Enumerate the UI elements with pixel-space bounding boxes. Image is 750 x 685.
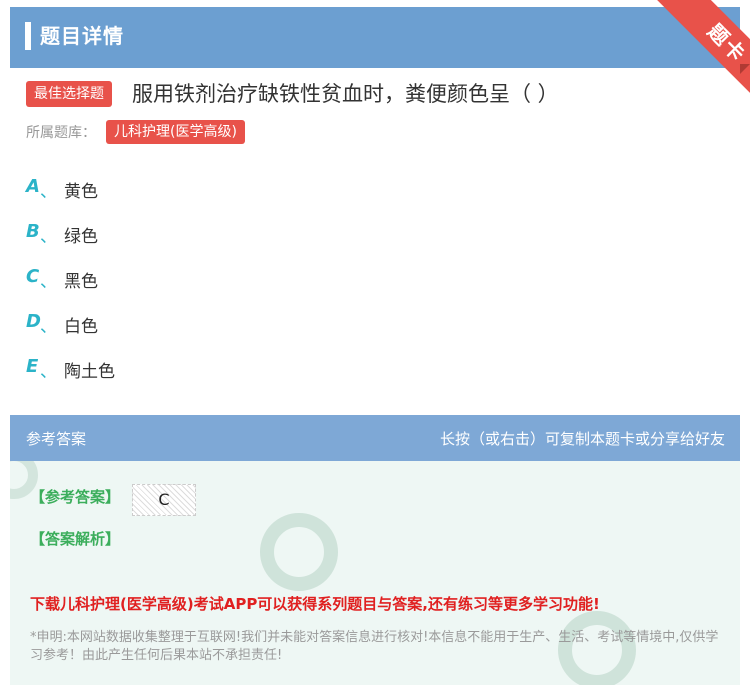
header-accent-bar [25,22,31,50]
option-separator: 、 [40,182,57,202]
reference-answer-label: 【参考答案】 [30,488,121,506]
option-separator: 、 [40,227,57,247]
option-letter: C [26,266,40,287]
corner-fold [740,64,750,74]
option-separator: 、 [40,317,57,337]
disclaimer-text: *申明:本网站数据收集整理于互联网!我们并未能对答案信息进行核对!本信息不能用于… [30,630,719,663]
page-title: 题目详情 [40,24,124,48]
answer-section-body: 【参考答案】 C 【答案解析】 下载儿科护理(医学高级)考试APP可以获得系列题… [10,461,740,685]
corner-ribbon-label: 题卡 [656,0,750,95]
answer-analysis-label: 【答案解析】 [30,530,121,548]
app-download-promo[interactable]: 下载儿科护理(医学高级)考试APP可以获得系列题目与答案,还有练习等更多学习功能… [30,593,600,614]
option-letter: D [26,311,41,332]
share-hint: 长按（或右击）可复制本题卡或分享给好友 [439,430,725,448]
option-text: 绿色 [64,227,98,247]
option-letter: B [26,221,40,242]
question-bank-label: 所属题库： [26,125,96,141]
option-text: 陶土色 [64,362,115,382]
question-bank-badge[interactable]: 儿科护理(医学高级) [106,120,245,144]
option-letter: A [26,176,40,197]
option-text: 黑色 [64,272,98,292]
watermark-logo-icon [260,513,338,591]
question-text: 服用铁剂治疗缺铁性贫血时，粪便颜色呈（ ） [132,82,559,106]
corner-badge: 题卡 [655,0,750,95]
option-text: 白色 [64,317,98,337]
question-type-tag: 最佳选择题 [26,81,112,107]
reference-answer-value: C [132,484,196,516]
option-separator: 、 [40,362,57,382]
option-separator: 、 [40,272,57,292]
option-text: 黄色 [64,182,98,202]
option-letter: E [26,356,39,377]
answer-section-header: 参考答案 长按（或右击）可复制本题卡或分享给好友 [10,415,740,461]
answer-section-title: 参考答案 [26,430,87,448]
